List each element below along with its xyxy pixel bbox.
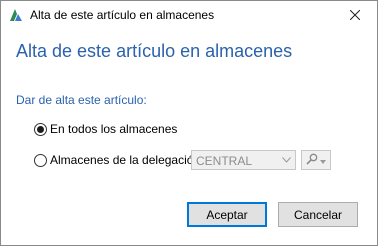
close-button[interactable] — [333, 1, 377, 30]
dialog-window: Alta de este artículo en almacenes Alta … — [0, 0, 378, 246]
window-title: Alta de este artículo en almacenes — [30, 8, 215, 22]
section-label: Dar de alta este artículo: — [16, 93, 147, 107]
delegation-search-button[interactable] — [301, 150, 331, 170]
radio-label-all: En todos los almacenes — [50, 122, 178, 136]
accept-button[interactable]: Aceptar — [187, 202, 267, 227]
close-icon — [349, 9, 361, 23]
radio-all-warehouses[interactable]: En todos los almacenes — [34, 122, 177, 136]
radio-button-unselected[interactable] — [34, 153, 47, 167]
dialog-heading: Alta de este artículo en almacenes — [16, 41, 293, 61]
delegation-combo[interactable]: CENTRAL — [191, 150, 296, 170]
delegation-combo-value: CENTRAL — [196, 154, 253, 168]
title-bar: Alta de este artículo en almacenes — [1, 1, 377, 30]
radio-button-selected[interactable] — [34, 122, 47, 136]
cancel-button[interactable]: Cancelar — [278, 202, 358, 227]
chevron-down-icon[interactable] — [278, 151, 295, 169]
chevron-down-icon — [320, 153, 326, 167]
radio-delegation-warehouses[interactable]: Almacenes de la delegación — [34, 153, 200, 167]
magnifier-icon — [306, 153, 318, 168]
radio-dot — [37, 125, 44, 133]
app-logo-icon — [9, 8, 23, 22]
radio-label-delegation: Almacenes de la delegación — [50, 153, 201, 167]
